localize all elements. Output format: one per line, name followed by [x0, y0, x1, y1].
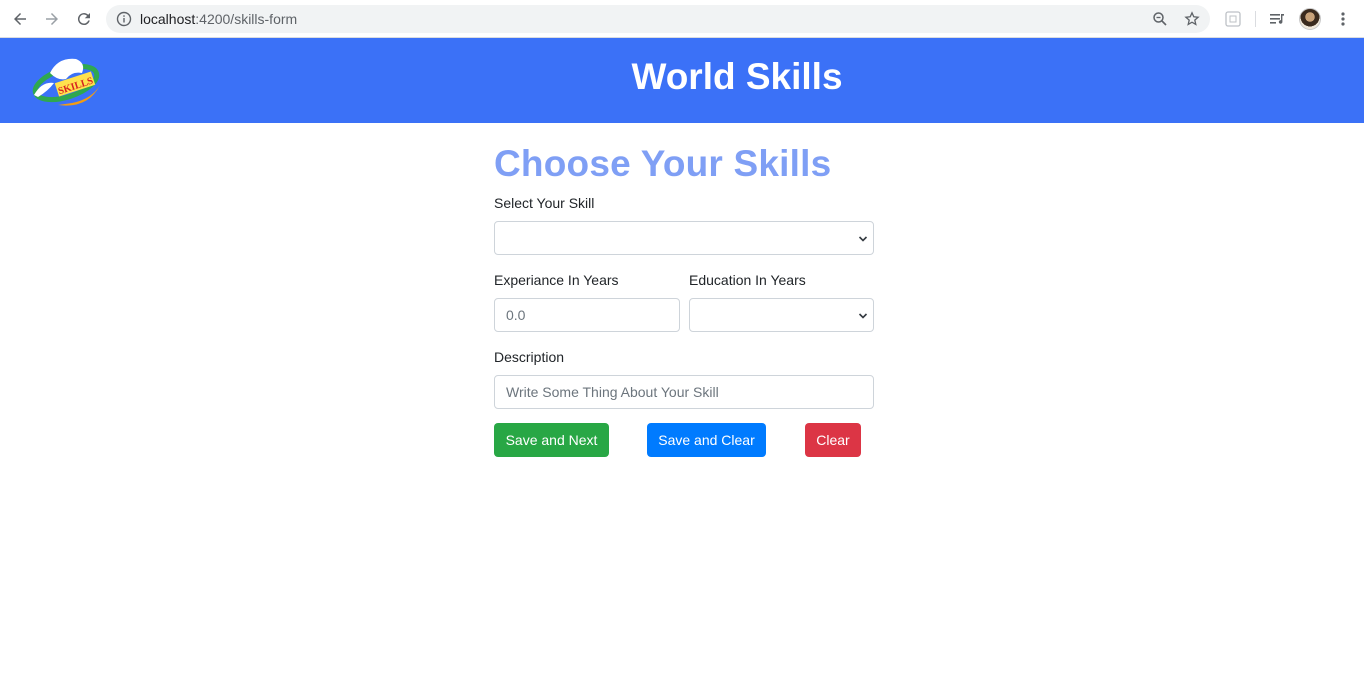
chevron-down-icon	[858, 313, 868, 319]
form-title: Choose Your Skills	[494, 143, 832, 184]
skill-label: Select Your Skill	[494, 195, 595, 211]
media-queue-icon[interactable]	[1268, 10, 1286, 28]
reload-icon[interactable]	[72, 7, 96, 31]
url-text: localhost:4200/skills-form	[140, 11, 297, 27]
app-title: World Skills	[631, 56, 843, 97]
forward-icon[interactable]	[40, 7, 64, 31]
info-icon[interactable]	[116, 11, 132, 27]
url-host: localhost	[140, 11, 196, 27]
back-icon[interactable]	[8, 7, 32, 31]
description-input[interactable]: Write Some Thing About Your Skill	[494, 375, 874, 409]
menu-kebab-icon[interactable]	[1334, 10, 1352, 28]
zoom-icon[interactable]	[1152, 11, 1168, 27]
experience-placeholder: 0.0	[506, 307, 526, 323]
clear-button[interactable]: Clear	[805, 423, 861, 457]
address-bar[interactable]: localhost:4200/skills-form	[106, 5, 1210, 33]
profile-avatar[interactable]	[1299, 8, 1321, 30]
education-select[interactable]	[689, 298, 874, 332]
description-placeholder: Write Some Thing About Your Skill	[506, 384, 719, 400]
experience-input[interactable]: 0.0	[494, 298, 680, 332]
url-path: :4200/skills-form	[195, 11, 298, 27]
browser-toolbar: localhost:4200/skills-form	[0, 0, 1364, 38]
chevron-down-icon	[858, 236, 868, 242]
save-and-next-button[interactable]: Save and Next	[494, 423, 609, 457]
toolbar-divider	[1255, 11, 1256, 27]
bookmark-star-icon[interactable]	[1184, 11, 1200, 27]
description-label: Description	[494, 349, 565, 365]
save-and-clear-button[interactable]: Save and Clear	[647, 423, 766, 457]
experience-label: Experiance In Years	[494, 272, 619, 288]
extension-icon[interactable]	[1224, 10, 1242, 28]
app-header: SKILLS World Skills	[0, 38, 1364, 123]
education-label: Education In Years	[689, 272, 806, 288]
skill-select[interactable]	[494, 221, 874, 255]
